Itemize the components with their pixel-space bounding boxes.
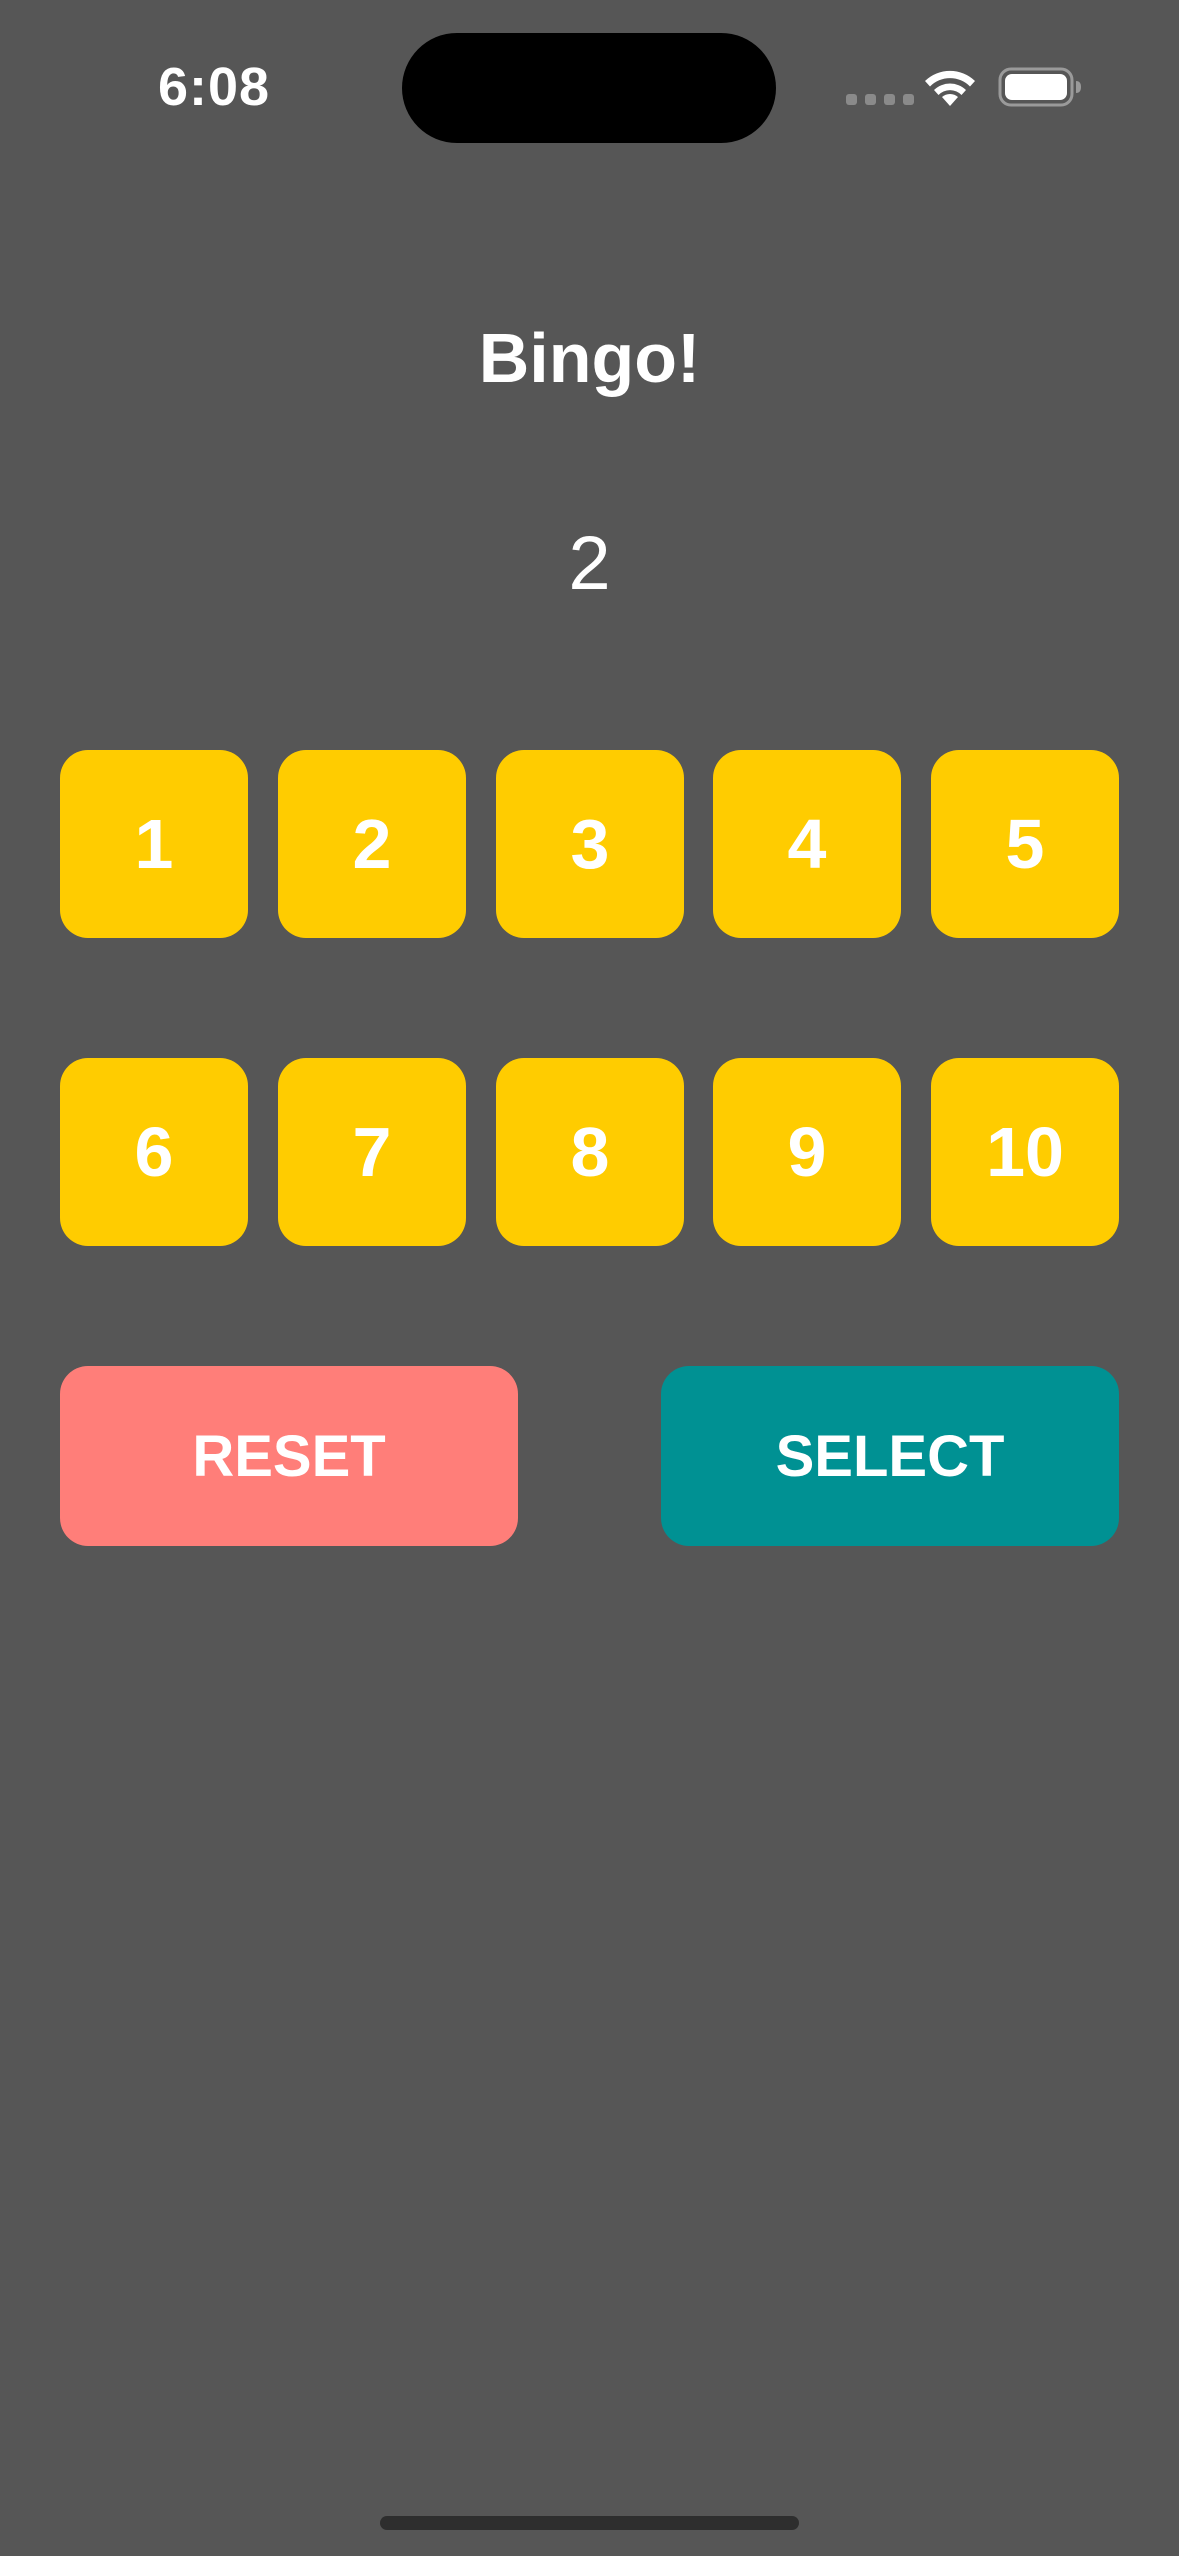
- number-tile-8[interactable]: 8: [496, 1058, 684, 1246]
- dynamic-island: [402, 33, 776, 143]
- home-indicator[interactable]: [380, 2516, 799, 2530]
- signal-dots-icon: [846, 94, 914, 105]
- number-tile-2[interactable]: 2: [278, 750, 466, 938]
- number-tile-1[interactable]: 1: [60, 750, 248, 938]
- select-button[interactable]: SELECT: [661, 1366, 1119, 1546]
- current-number: 2: [568, 521, 611, 606]
- screen: 6:08 Bingo! 2 1 2 3 4 5 6 7 8 9 10 RESET…: [0, 0, 1179, 2556]
- number-tile-9[interactable]: 9: [713, 1058, 901, 1246]
- number-tile-4[interactable]: 4: [713, 750, 901, 938]
- number-tile-10[interactable]: 10: [931, 1058, 1119, 1246]
- battery-icon: [998, 67, 1081, 107]
- reset-button[interactable]: RESET: [60, 1366, 518, 1546]
- number-tile-7[interactable]: 7: [278, 1058, 466, 1246]
- number-tile-5[interactable]: 5: [931, 750, 1119, 938]
- wifi-icon: [925, 70, 975, 106]
- status-time: 6:08: [158, 57, 271, 117]
- number-tile-3[interactable]: 3: [496, 750, 684, 938]
- page-title: Bingo!: [478, 319, 701, 397]
- number-tile-6[interactable]: 6: [60, 1058, 248, 1246]
